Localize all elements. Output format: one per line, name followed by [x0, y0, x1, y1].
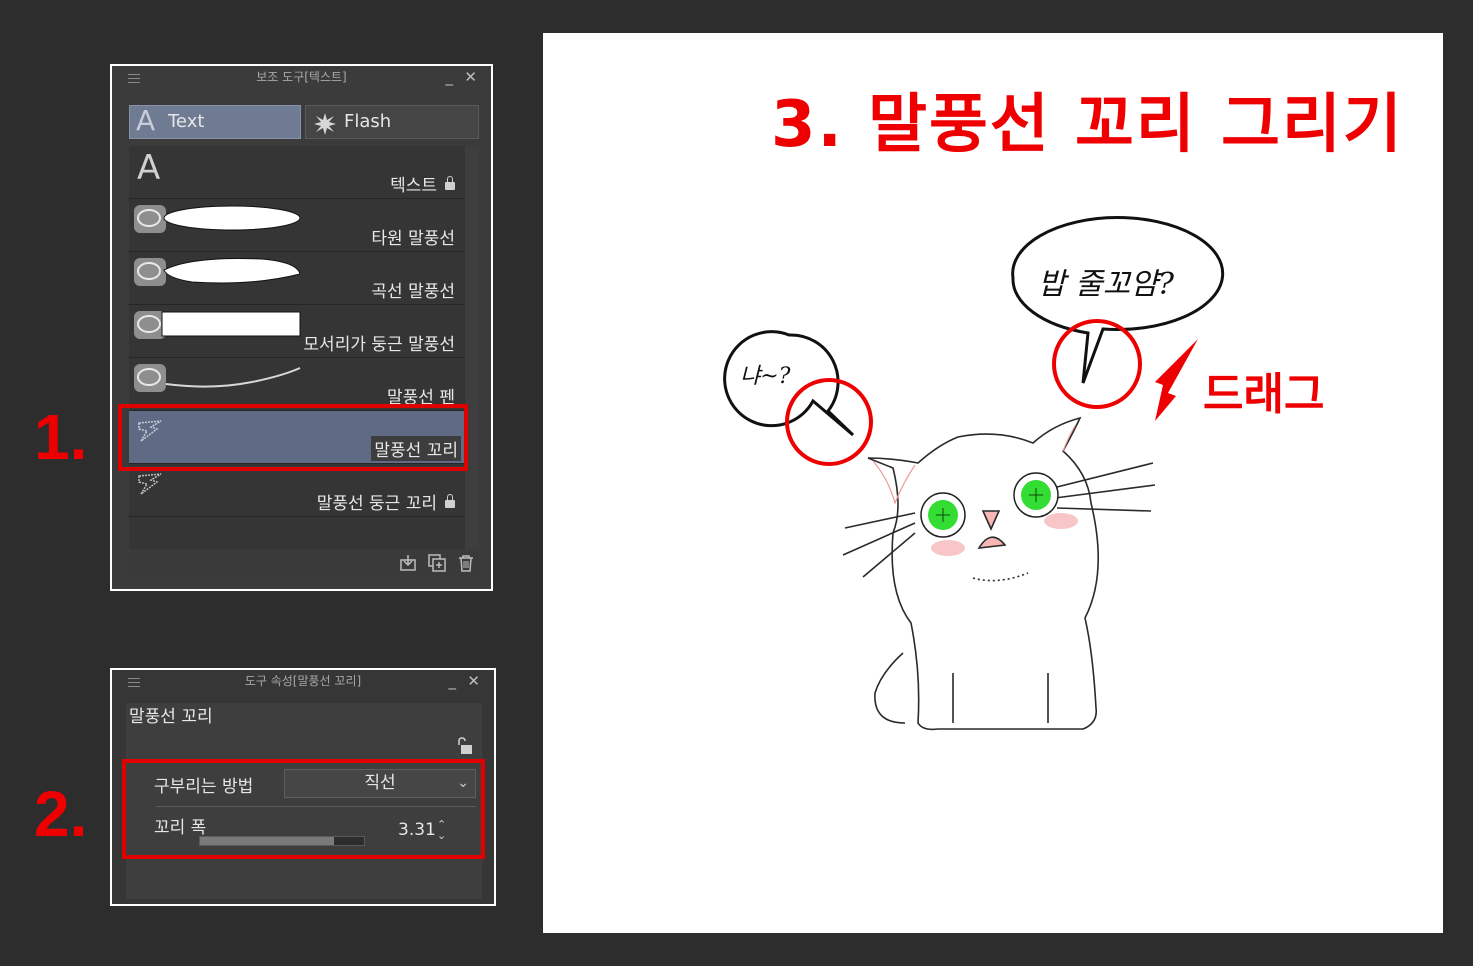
sub-tool-item-balloon-round-tail[interactable]: 말풍선 둥근 꼬리	[129, 464, 465, 517]
trash-icon[interactable]	[457, 554, 475, 572]
sub-tool-scrollbar[interactable]	[465, 146, 479, 579]
sub-tool-list: A 텍스트 타원 말풍선 곡선 말풍선 모서리가 둥근 말풍선 말풍선 펜 말풍…	[129, 146, 465, 579]
close-icon[interactable]: ✕	[467, 670, 480, 692]
close-icon[interactable]: ✕	[464, 66, 477, 88]
unlock-icon[interactable]	[456, 737, 474, 755]
sub-tool-tabs: A Text Flash	[129, 105, 479, 141]
balloon-pen-icon	[134, 364, 301, 392]
drag-label: 드래그	[1203, 369, 1325, 420]
import-icon[interactable]	[399, 554, 417, 572]
illustration	[723, 216, 1225, 731]
balloon-round-tail-icon	[138, 473, 162, 495]
sub-tool-footer	[129, 549, 479, 579]
text-a-icon: A	[136, 104, 156, 137]
tool-property-titlebar[interactable]: 도구 속성[말풍선 꼬리] _ ✕	[112, 670, 494, 692]
rounded-rect-balloon-icon	[134, 311, 301, 339]
highlight-box-step2	[122, 759, 485, 859]
sub-tool-item-label: 모서리가 둥근 말풍선	[303, 335, 455, 355]
curve-balloon-icon	[134, 257, 301, 286]
drawing-canvas[interactable]: 3. 말풍선 꼬리 그리기 냐~? 밥 줄꼬얌? 드래그	[543, 33, 1443, 933]
lock-icon	[445, 176, 455, 190]
step-1-label: 1.	[34, 401, 88, 473]
sub-tool-item-text[interactable]: A 텍스트	[129, 146, 465, 199]
sub-tool-title: 보조 도구[텍스트]	[256, 70, 347, 84]
panel-menu-icon[interactable]	[128, 678, 140, 690]
tool-property-title: 도구 속성[말풍선 꼬리]	[244, 674, 362, 688]
ellipse-balloon-icon	[134, 205, 301, 233]
sub-tool-panel: 보조 도구[텍스트] _ ✕ A Text Flash A 텍스트 타원 말풍선…	[110, 64, 493, 591]
sub-tool-item-ellipse-balloon[interactable]: 타원 말풍선	[129, 199, 465, 252]
tab-text[interactable]: A Text	[129, 105, 301, 139]
cat-drawing	[842, 416, 1156, 731]
sub-tool-item-label: 텍스트	[390, 171, 455, 196]
tab-flash-label: Flash	[344, 111, 392, 132]
sub-tool-item-curve-balloon[interactable]: 곡선 말풍선	[129, 252, 465, 305]
tab-flash[interactable]: Flash	[305, 105, 479, 139]
tool-name: 말풍선 꼬리	[129, 707, 213, 727]
flash-burst-icon	[314, 113, 336, 135]
highlight-box-step1	[118, 404, 468, 471]
minimize-icon[interactable]: _	[446, 66, 454, 88]
drag-arrow-icon	[1155, 339, 1198, 421]
duplicate-icon[interactable]	[428, 554, 446, 572]
panel-menu-icon[interactable]	[128, 74, 140, 86]
sub-tool-item-label: 곡선 말풍선	[371, 282, 455, 302]
lock-icon	[445, 494, 455, 508]
sub-tool-item-label: 말풍선 둥근 꼬리	[317, 489, 455, 514]
sub-tool-item-label: 타원 말풍선	[371, 229, 455, 249]
right-balloon-text: 밥 줄꼬얌?	[1038, 267, 1175, 302]
left-balloon-text: 냐~?	[740, 364, 791, 389]
minimize-icon[interactable]: _	[449, 670, 457, 692]
text-a-icon: A	[137, 148, 161, 188]
step-2-label: 2.	[34, 778, 88, 850]
sub-tool-titlebar[interactable]: 보조 도구[텍스트] _ ✕	[112, 66, 491, 88]
sub-tool-item-rounded-balloon[interactable]: 모서리가 둥근 말풍선	[129, 305, 465, 358]
tab-text-label: Text	[168, 111, 205, 132]
